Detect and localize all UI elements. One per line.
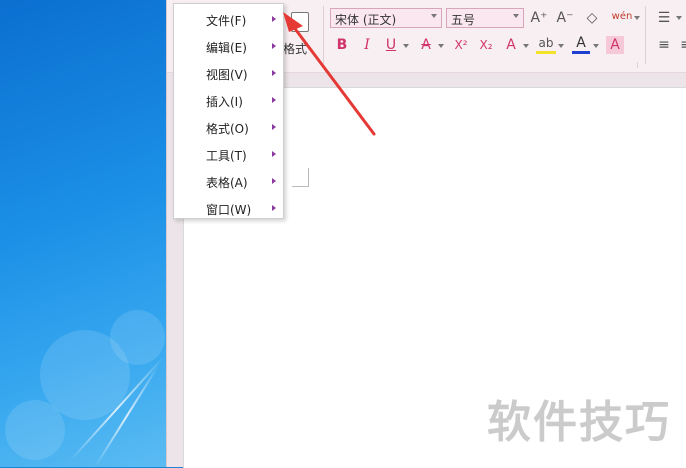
font-size-value: 五号 xyxy=(451,13,476,27)
bokeh-light xyxy=(5,400,65,460)
font-color-button[interactable]: A xyxy=(572,36,590,54)
menu-item-window[interactable]: 窗口(W) xyxy=(174,195,283,221)
menu-item-file[interactable]: 文件(F) xyxy=(174,6,283,32)
menu-item-label: 工具(T) xyxy=(206,149,247,163)
font-size-select[interactable]: 五号 xyxy=(446,8,524,28)
chevron-down-icon xyxy=(513,14,519,18)
margin-corner-mark xyxy=(292,168,309,187)
shrink-font-button[interactable]: A⁻ xyxy=(556,9,574,27)
submenu-arrow-icon xyxy=(272,43,276,49)
highlight-button[interactable]: ab xyxy=(536,36,556,54)
format-painter-label[interactable]: 格式 xyxy=(283,40,307,57)
font-name-select[interactable]: 宋体 (正文) xyxy=(330,8,442,28)
superscript-button[interactable]: X² xyxy=(450,36,472,54)
desktop-background xyxy=(0,0,168,467)
menu-item-edit[interactable]: 编辑(E) xyxy=(174,33,283,59)
watermark: 软件技巧 xyxy=(487,397,671,448)
clear-format-button[interactable]: ◇ xyxy=(583,9,601,27)
paste-icon[interactable] xyxy=(291,12,309,32)
bold-button[interactable]: B xyxy=(333,36,351,54)
chevron-down-icon[interactable] xyxy=(403,44,409,48)
toolbar-divider xyxy=(637,62,638,68)
italic-button[interactable]: I xyxy=(358,36,376,54)
text-effect-button[interactable]: A xyxy=(502,36,520,54)
submenu-arrow-icon xyxy=(272,178,276,184)
menu-item-insert[interactable]: 插入(I) xyxy=(174,87,283,113)
chevron-down-icon[interactable] xyxy=(438,44,444,48)
chevron-down-icon[interactable] xyxy=(593,44,599,48)
chevron-down-icon[interactable] xyxy=(634,16,640,20)
grow-font-button[interactable]: A⁺ xyxy=(530,9,548,27)
menu-item-view[interactable]: 视图(V) xyxy=(174,60,283,86)
chevron-down-icon xyxy=(431,14,437,18)
submenu-arrow-icon xyxy=(272,70,276,76)
chevron-down-icon[interactable] xyxy=(676,16,682,20)
menu-item-label: 视图(V) xyxy=(206,68,248,82)
submenu-arrow-icon xyxy=(272,151,276,157)
strikethrough-button[interactable]: A xyxy=(417,36,435,54)
menu-item-format[interactable]: 格式(O) xyxy=(174,114,283,140)
phonetic-guide-button[interactable]: wén xyxy=(609,8,635,26)
menu-item-tools[interactable]: 工具(T) xyxy=(174,141,283,167)
menu-item-label: 窗口(W) xyxy=(206,203,252,217)
underline-button[interactable]: U xyxy=(382,36,400,54)
align-left-icon[interactable]: ≡ xyxy=(655,36,673,54)
bullet-list-icon[interactable]: ☰ xyxy=(655,9,673,27)
submenu-arrow-icon xyxy=(272,124,276,130)
menu-item-table[interactable]: 表格(A) xyxy=(174,168,283,194)
subscript-button[interactable]: X₂ xyxy=(475,36,497,54)
submenu-arrow-icon xyxy=(272,16,276,22)
font-name-value: 宋体 (正文) xyxy=(335,13,397,27)
char-shading-button[interactable]: A xyxy=(606,36,624,54)
align-center-icon[interactable]: ≡ xyxy=(677,36,686,54)
main-menu-popup: 文件(F) 编辑(E) 视图(V) 插入(I) 格式(O) 工具(T) 表格(A… xyxy=(173,3,284,219)
menu-item-label: 表格(A) xyxy=(206,176,248,190)
toolbar-divider xyxy=(645,6,646,64)
menu-item-label: 编辑(E) xyxy=(206,41,247,55)
submenu-arrow-icon xyxy=(272,205,276,211)
menu-item-label: 文件(F) xyxy=(206,14,247,28)
toolbar-divider xyxy=(323,6,324,64)
bokeh-light xyxy=(110,310,165,365)
chevron-down-icon[interactable] xyxy=(558,44,564,48)
chevron-down-icon[interactable] xyxy=(523,44,529,48)
submenu-arrow-icon xyxy=(272,97,276,103)
menu-item-label: 格式(O) xyxy=(206,122,249,136)
menu-item-label: 插入(I) xyxy=(206,95,243,109)
